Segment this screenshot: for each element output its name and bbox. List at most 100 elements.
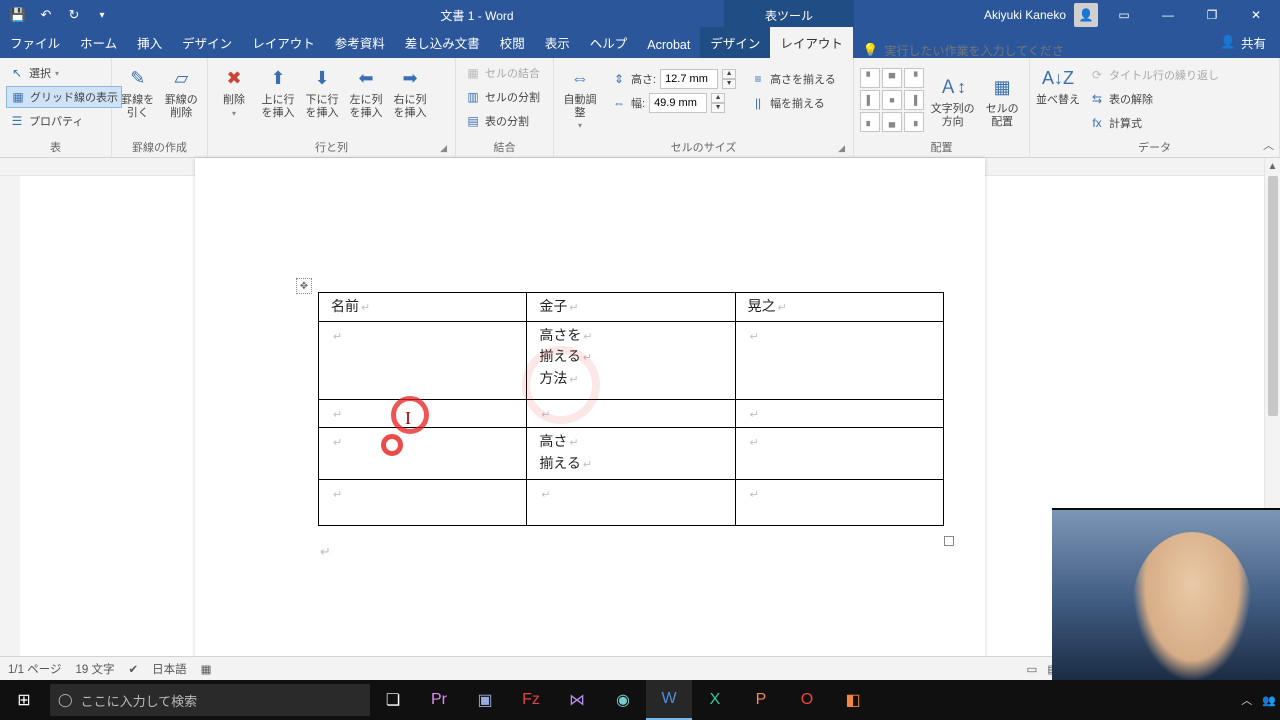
cell-margins-button[interactable]: ▦セルの配置 bbox=[981, 71, 1023, 128]
taskbar-app-visualstudio[interactable]: ⋈ bbox=[554, 680, 600, 720]
table-resize-handle-icon[interactable] bbox=[944, 536, 954, 546]
word-count[interactable]: 19 文字 bbox=[75, 661, 114, 677]
sort-button[interactable]: A↓Z並べ替え bbox=[1036, 62, 1080, 107]
taskbar-app-powerpoint[interactable]: P bbox=[738, 680, 784, 720]
table-cell[interactable]: 高さ↵揃える↵ bbox=[527, 428, 735, 480]
tab-design[interactable]: デザイン bbox=[172, 27, 242, 58]
alignment-grid[interactable]: ▘▀▝▌■▐▖▄▗ bbox=[860, 68, 924, 132]
taskbar-app-camtasia[interactable]: ◧ bbox=[830, 680, 876, 720]
undo-icon[interactable]: ↶ bbox=[38, 7, 54, 23]
convert-to-text-button[interactable]: ⇆表の解除 bbox=[1086, 88, 1222, 110]
dialog-launcher-icon[interactable]: ◢ bbox=[440, 143, 447, 154]
table-cell[interactable]: ↵ bbox=[735, 399, 943, 428]
distribute-rows-button[interactable]: ≡高さを揃える bbox=[747, 68, 839, 90]
tab-references[interactable]: 参考資料 bbox=[325, 27, 395, 58]
col-width-field[interactable]: ⇔ 幅: ▲▼ bbox=[608, 92, 739, 114]
formula-button[interactable]: fx計算式 bbox=[1086, 112, 1222, 134]
insert-left-button[interactable]: ⬅左に列を挿入 bbox=[346, 62, 386, 119]
tell-me-input[interactable] bbox=[884, 44, 1064, 58]
table-row[interactable]: ↵↵↵ bbox=[319, 480, 944, 526]
merge-cells-button[interactable]: ▦セルの結合 bbox=[462, 62, 543, 84]
taskbar-app-opera[interactable]: O bbox=[784, 680, 830, 720]
properties-button[interactable]: ☰プロパティ bbox=[6, 110, 122, 132]
taskbar-app-editor[interactable]: ▣ bbox=[462, 680, 508, 720]
save-icon[interactable]: 💾 bbox=[10, 7, 26, 23]
tab-review[interactable]: 校閲 bbox=[490, 27, 535, 58]
tell-me[interactable]: 💡 bbox=[853, 43, 1075, 58]
table-cell[interactable]: 高さを↵揃える↵方法↵ bbox=[527, 321, 735, 399]
table-row[interactable]: ↵↵↵ bbox=[319, 399, 944, 428]
vertical-ruler[interactable] bbox=[0, 176, 20, 688]
tab-layout[interactable]: レイアウト bbox=[242, 27, 325, 58]
table-move-handle-icon[interactable]: ✥ bbox=[296, 278, 312, 294]
split-cells-button[interactable]: ▥セルの分割 bbox=[462, 86, 543, 108]
taskbar-app-word[interactable]: W bbox=[646, 680, 692, 720]
table-cell[interactable]: 金子↵ bbox=[527, 293, 735, 322]
taskbar-app-chatwork[interactable]: ◉ bbox=[600, 680, 646, 720]
page-count[interactable]: 1/1 ページ bbox=[8, 661, 61, 677]
tray-people-icon[interactable]: 👥 bbox=[1262, 694, 1276, 707]
window-close-icon[interactable]: ✕ bbox=[1238, 0, 1274, 30]
distribute-cols-button[interactable]: ||幅を揃える bbox=[747, 92, 839, 114]
insert-below-button[interactable]: ⬇下に行を挿入 bbox=[302, 62, 342, 119]
table-cell[interactable]: ↵ bbox=[735, 321, 943, 399]
redo-icon[interactable]: ↻ bbox=[66, 7, 82, 23]
table-row[interactable]: ↵高さを↵揃える↵方法↵↵ bbox=[319, 321, 944, 399]
dialog-launcher-icon[interactable]: ◢ bbox=[838, 143, 845, 154]
tray-chevron-icon[interactable]: ︿ bbox=[1241, 692, 1252, 708]
insert-right-button[interactable]: ➡右に列を挿入 bbox=[390, 62, 430, 119]
collapse-ribbon-icon[interactable]: ︿ bbox=[1263, 137, 1274, 153]
tab-home[interactable]: ホーム bbox=[70, 27, 127, 58]
table-cell[interactable]: ↵ bbox=[319, 428, 527, 480]
tab-mailings[interactable]: 差し込み文書 bbox=[395, 27, 490, 58]
tab-table-layout[interactable]: レイアウト bbox=[770, 27, 853, 58]
table-cell[interactable]: 晃之↵ bbox=[735, 293, 943, 322]
height-input[interactable] bbox=[660, 69, 718, 89]
taskbar-app-excel[interactable]: X bbox=[692, 680, 738, 720]
tab-insert[interactable]: 挿入 bbox=[127, 27, 172, 58]
taskbar-app-premiere[interactable]: Pr bbox=[416, 680, 462, 720]
select-button[interactable]: ↖選択▾ bbox=[6, 62, 122, 84]
autofit-button[interactable]: ⇔自動調整▾ bbox=[560, 62, 600, 130]
width-spinner[interactable]: ▲▼ bbox=[711, 93, 725, 113]
table-cell[interactable]: ↵ bbox=[527, 399, 735, 428]
task-view-button[interactable]: ❏ bbox=[370, 680, 416, 720]
table-cell[interactable]: ↵ bbox=[319, 399, 527, 428]
taskbar-search[interactable]: ◯ ここに入力して検索 bbox=[50, 684, 370, 716]
row-height-field[interactable]: ⇕ 高さ: ▲▼ bbox=[608, 68, 739, 90]
table-cell[interactable]: ↵ bbox=[319, 480, 527, 526]
tab-file[interactable]: ファイル bbox=[0, 27, 70, 58]
table-row[interactable]: 名前↵金子↵晃之↵ bbox=[319, 293, 944, 322]
window-restore-icon[interactable]: ❐ bbox=[1194, 0, 1230, 30]
tab-view[interactable]: 表示 bbox=[535, 27, 580, 58]
insert-above-button[interactable]: ⬆上に行を挿入 bbox=[258, 62, 298, 119]
height-spinner[interactable]: ▲▼ bbox=[722, 69, 736, 89]
user-avatar-icon[interactable]: 👤 bbox=[1074, 3, 1098, 27]
text-direction-button[interactable]: Ａ↕文字列の方向 bbox=[930, 71, 975, 128]
eraser-button[interactable]: ▱罫線の削除 bbox=[162, 62, 202, 119]
table-cell[interactable]: ↵ bbox=[735, 428, 943, 480]
system-tray[interactable]: ︿ 👥 bbox=[1241, 692, 1280, 708]
qat-customize-icon[interactable]: ▾ bbox=[94, 7, 110, 23]
width-input[interactable] bbox=[649, 93, 707, 113]
scroll-up-icon[interactable]: ▲ bbox=[1265, 158, 1280, 174]
ribbon-options-icon[interactable]: ▭ bbox=[1106, 0, 1142, 30]
spellcheck-icon[interactable]: ✔ bbox=[128, 662, 138, 676]
taskbar-app-filezilla[interactable]: Fz bbox=[508, 680, 554, 720]
delete-button[interactable]: ✖削除▾ bbox=[214, 62, 254, 118]
table-cell[interactable]: ↵ bbox=[319, 321, 527, 399]
document-table[interactable]: 名前↵金子↵晃之↵↵高さを↵揃える↵方法↵↵↵↵↵↵高さ↵揃える↵↵↵↵↵ bbox=[318, 292, 944, 526]
start-button[interactable]: ⊞ bbox=[0, 680, 48, 720]
table-cell[interactable]: 名前↵ bbox=[319, 293, 527, 322]
macro-icon[interactable]: ▦ bbox=[201, 662, 212, 676]
repeat-header-button[interactable]: ⟳タイトル行の繰り返し bbox=[1086, 64, 1222, 86]
language-indicator[interactable]: 日本語 bbox=[152, 661, 187, 677]
view-gridlines-button[interactable]: ▦グリッド線の表示 bbox=[6, 86, 122, 108]
tab-help[interactable]: ヘルプ bbox=[580, 27, 638, 58]
tab-acrobat[interactable]: Acrobat bbox=[637, 32, 700, 58]
share-button[interactable]: 👤 共有 bbox=[1206, 27, 1280, 58]
window-minimize-icon[interactable]: — bbox=[1150, 0, 1186, 30]
view-print-layout-icon[interactable]: ▭ bbox=[1027, 662, 1038, 676]
scrollbar-thumb[interactable] bbox=[1268, 176, 1278, 416]
tab-table-design[interactable]: デザイン bbox=[700, 27, 770, 58]
